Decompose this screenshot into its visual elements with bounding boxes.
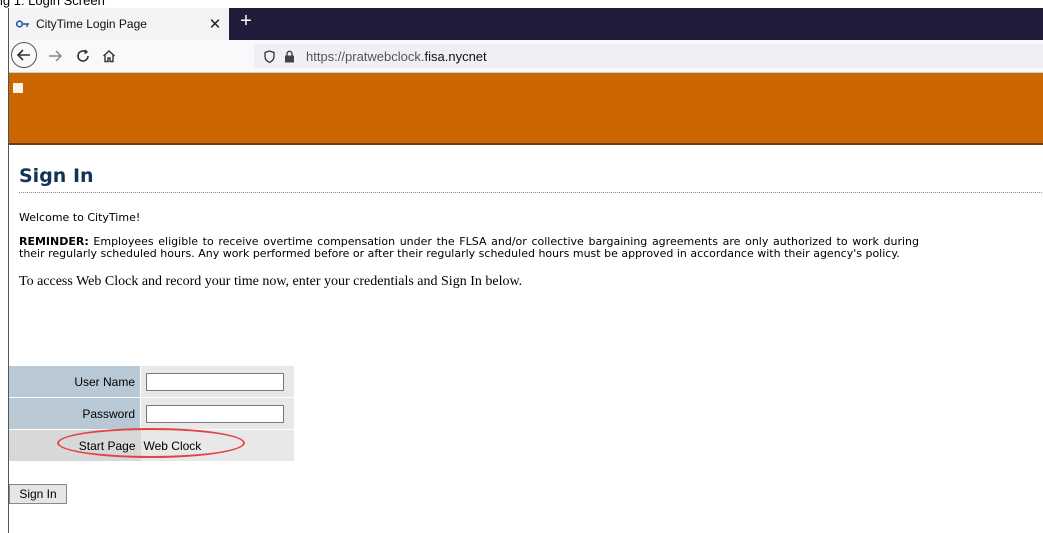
site-logo-icon bbox=[13, 83, 23, 93]
access-instructions: To access Web Clock and record your time… bbox=[19, 274, 523, 289]
arrow-right-icon bbox=[49, 50, 62, 62]
home-button[interactable] bbox=[97, 44, 121, 68]
username-row: User Name bbox=[9, 366, 294, 398]
password-label: Password bbox=[9, 397, 141, 430]
key-icon bbox=[15, 16, 31, 32]
reload-button[interactable] bbox=[71, 44, 95, 68]
shield-icon[interactable] bbox=[260, 47, 278, 65]
password-row: Password bbox=[9, 397, 294, 430]
welcome-text: Welcome to CityTime! bbox=[19, 211, 141, 224]
browser-window: CityTime Login Page ✕ + https://pratwebc… bbox=[8, 8, 1043, 533]
close-tab-icon[interactable]: ✕ bbox=[205, 14, 225, 34]
password-input[interactable] bbox=[146, 404, 284, 423]
page-content: Sign In Welcome to CityTime! REMINDER: E… bbox=[19, 163, 1043, 290]
username-label: User Name bbox=[9, 366, 141, 398]
url-text: https://pratwebclock.fisa.nycnet bbox=[306, 48, 487, 64]
tab-citytime-login[interactable]: CityTime Login Page ✕ bbox=[9, 8, 229, 40]
url-bar[interactable]: https://pratwebclock.fisa.nycnet bbox=[254, 44, 1043, 68]
username-input[interactable] bbox=[146, 372, 284, 391]
new-tab-button[interactable]: + bbox=[233, 8, 259, 34]
tab-title: CityTime Login Page bbox=[36, 17, 147, 31]
tab-bar: CityTime Login Page ✕ + bbox=[9, 8, 1043, 40]
lock-icon[interactable] bbox=[280, 47, 298, 65]
figure-caption: ig 1: Login Screen bbox=[0, 0, 105, 8]
start-page-highlight-annotation bbox=[57, 428, 245, 458]
page-title: Sign In bbox=[19, 163, 1043, 193]
browser-toolbar: https://pratwebclock.fisa.nycnet bbox=[9, 40, 1043, 73]
home-icon bbox=[103, 50, 115, 63]
reload-icon bbox=[77, 49, 89, 62]
reminder-body: Employees eligible to receive overtime c… bbox=[19, 235, 919, 260]
sign-in-button[interactable]: Sign In bbox=[9, 484, 67, 504]
arrow-left-icon bbox=[17, 49, 30, 61]
reminder-text: REMINDER: Employees eligible to receive … bbox=[19, 236, 919, 260]
site-header-banner bbox=[9, 73, 1043, 145]
back-button[interactable] bbox=[11, 42, 37, 68]
forward-button[interactable] bbox=[43, 44, 67, 68]
